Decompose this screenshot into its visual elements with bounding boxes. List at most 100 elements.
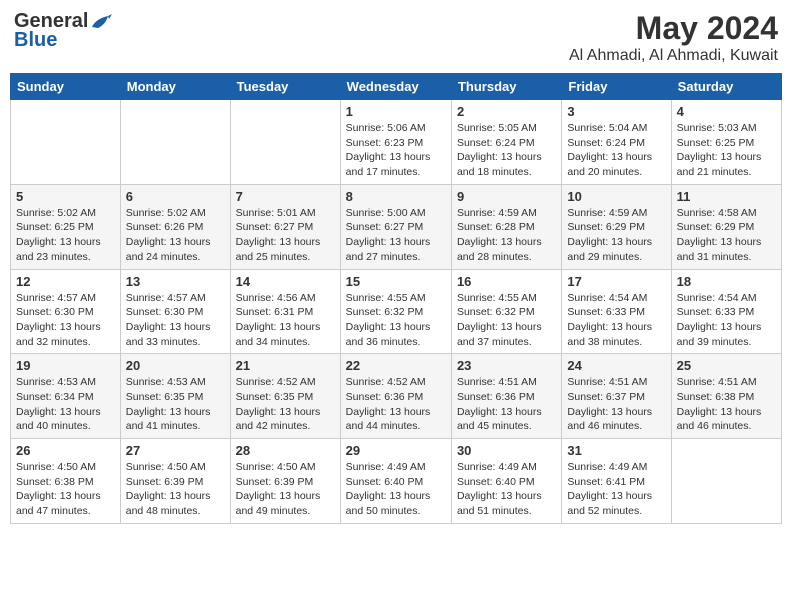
day-number: 29 [346,443,446,458]
day-number: 27 [126,443,225,458]
calendar-cell: 27 Sunrise: 4:50 AM Sunset: 6:39 PM Dayli… [120,439,230,524]
day-number: 28 [236,443,335,458]
day-info: Sunrise: 4:49 AM Sunset: 6:41 PM Dayligh… [567,460,665,519]
calendar-cell: 7Sunrise: 5:01 AM Sunset: 6:27 PM Daylig… [230,184,340,269]
calendar-cell [11,100,121,185]
calendar-cell: 19Sunrise: 4:53 AM Sunset: 6:34 PM Dayli… [11,354,121,439]
calendar-cell: 1 Sunrise: 5:06 AM Sunset: 6:23 PM Daylig… [340,100,451,185]
day-info: Sunrise: 4:55 AM Sunset: 6:32 PM Dayligh… [346,291,446,350]
day-info: Sunrise: 4:57 AM Sunset: 6:30 PM Dayligh… [16,291,115,350]
calendar-cell: 20 Sunrise: 4:53 AM Sunset: 6:35 PM Dayli… [120,354,230,439]
day-info: Sunrise: 4:53 AM Sunset: 6:35 PM Dayligh… [126,375,225,434]
day-number: 10 [567,189,665,204]
page-header: General Blue May 2024 Al Ahmadi, Al Ahma… [10,10,782,65]
day-number: 1 [346,104,446,119]
day-info: Sunrise: 5:02 AM Sunset: 6:26 PM Dayligh… [126,206,225,265]
day-number: 9 [457,189,556,204]
day-info: Sunrise: 4:59 AM Sunset: 6:29 PM Dayligh… [567,206,665,265]
day-number: 26 [16,443,115,458]
week-row-0: 1 Sunrise: 5:06 AM Sunset: 6:23 PM Daylig… [11,100,782,185]
day-info: Sunrise: 4:52 AM Sunset: 6:36 PM Dayligh… [346,375,446,434]
day-number: 30 [457,443,556,458]
calendar-cell: 17Sunrise: 4:54 AM Sunset: 6:33 PM Dayli… [562,269,671,354]
day-info: Sunrise: 4:59 AM Sunset: 6:28 PM Dayligh… [457,206,556,265]
header-tuesday: Tuesday [230,74,340,100]
week-row-4: 26 Sunrise: 4:50 AM Sunset: 6:38 PM Dayli… [11,439,782,524]
day-info: Sunrise: 5:05 AM Sunset: 6:24 PM Dayligh… [457,121,556,180]
day-number: 16 [457,274,556,289]
calendar-cell: 6 Sunrise: 5:02 AM Sunset: 6:26 PM Daylig… [120,184,230,269]
day-info: Sunrise: 4:51 AM Sunset: 6:38 PM Dayligh… [677,375,776,434]
logo: General Blue [14,10,112,52]
calendar-cell: 4Sunrise: 5:03 AM Sunset: 6:25 PM Daylig… [671,100,781,185]
calendar-cell [230,100,340,185]
day-number: 8 [346,189,446,204]
day-number: 22 [346,358,446,373]
header-wednesday: Wednesday [340,74,451,100]
day-number: 3 [567,104,665,119]
day-info: Sunrise: 4:53 AM Sunset: 6:34 PM Dayligh… [16,375,115,434]
day-info: Sunrise: 4:50 AM Sunset: 6:38 PM Dayligh… [16,460,115,519]
day-info: Sunrise: 5:06 AM Sunset: 6:23 PM Dayligh… [346,121,446,180]
calendar-cell: 11Sunrise: 4:58 AM Sunset: 6:29 PM Dayli… [671,184,781,269]
calendar-cell: 3Sunrise: 5:04 AM Sunset: 6:24 PM Daylig… [562,100,671,185]
logo-bird-icon [90,13,112,31]
day-number: 20 [126,358,225,373]
week-row-1: 5 Sunrise: 5:02 AM Sunset: 6:25 PM Daylig… [11,184,782,269]
header-thursday: Thursday [451,74,561,100]
week-row-3: 19Sunrise: 4:53 AM Sunset: 6:34 PM Dayli… [11,354,782,439]
title-section: May 2024 Al Ahmadi, Al Ahmadi, Kuwait [569,10,778,65]
day-info: Sunrise: 4:50 AM Sunset: 6:39 PM Dayligh… [126,460,225,519]
calendar-cell: 25 Sunrise: 4:51 AM Sunset: 6:38 PM Dayli… [671,354,781,439]
header-monday: Monday [120,74,230,100]
day-number: 24 [567,358,665,373]
header-saturday: Saturday [671,74,781,100]
day-number: 2 [457,104,556,119]
day-info: Sunrise: 5:01 AM Sunset: 6:27 PM Dayligh… [236,206,335,265]
calendar-cell: 22 Sunrise: 4:52 AM Sunset: 6:36 PM Dayli… [340,354,451,439]
calendar-cell: 26 Sunrise: 4:50 AM Sunset: 6:38 PM Dayli… [11,439,121,524]
calendar-cell: 18 Sunrise: 4:54 AM Sunset: 6:33 PM Dayli… [671,269,781,354]
day-number: 14 [236,274,335,289]
day-info: Sunrise: 4:49 AM Sunset: 6:40 PM Dayligh… [346,460,446,519]
calendar-cell: 29 Sunrise: 4:49 AM Sunset: 6:40 PM Dayli… [340,439,451,524]
calendar-cell: 14Sunrise: 4:56 AM Sunset: 6:31 PM Dayli… [230,269,340,354]
calendar-cell: 8 Sunrise: 5:00 AM Sunset: 6:27 PM Daylig… [340,184,451,269]
day-info: Sunrise: 4:51 AM Sunset: 6:36 PM Dayligh… [457,375,556,434]
day-info: Sunrise: 5:03 AM Sunset: 6:25 PM Dayligh… [677,121,776,180]
day-info: Sunrise: 4:51 AM Sunset: 6:37 PM Dayligh… [567,375,665,434]
day-number: 15 [346,274,446,289]
day-info: Sunrise: 4:50 AM Sunset: 6:39 PM Dayligh… [236,460,335,519]
header-friday: Friday [562,74,671,100]
calendar-cell: 31 Sunrise: 4:49 AM Sunset: 6:41 PM Dayli… [562,439,671,524]
month-title: May 2024 [569,10,778,47]
location-title: Al Ahmadi, Al Ahmadi, Kuwait [569,47,778,65]
day-number: 31 [567,443,665,458]
calendar-cell: 28 Sunrise: 4:50 AM Sunset: 6:39 PM Dayli… [230,439,340,524]
calendar-header-row: SundayMondayTuesdayWednesdayThursdayFrid… [11,74,782,100]
day-number: 11 [677,189,776,204]
calendar-cell: 5 Sunrise: 5:02 AM Sunset: 6:25 PM Daylig… [11,184,121,269]
week-row-2: 12Sunrise: 4:57 AM Sunset: 6:30 PM Dayli… [11,269,782,354]
calendar-cell: 30 Sunrise: 4:49 AM Sunset: 6:40 PM Dayli… [451,439,561,524]
calendar-cell: 16Sunrise: 4:55 AM Sunset: 6:32 PM Dayli… [451,269,561,354]
day-number: 13 [126,274,225,289]
day-number: 5 [16,189,115,204]
calendar-cell: 2 Sunrise: 5:05 AM Sunset: 6:24 PM Daylig… [451,100,561,185]
day-info: Sunrise: 4:52 AM Sunset: 6:35 PM Dayligh… [236,375,335,434]
calendar-table: SundayMondayTuesdayWednesdayThursdayFrid… [10,73,782,524]
day-info: Sunrise: 4:49 AM Sunset: 6:40 PM Dayligh… [457,460,556,519]
day-number: 17 [567,274,665,289]
day-info: Sunrise: 5:02 AM Sunset: 6:25 PM Dayligh… [16,206,115,265]
day-info: Sunrise: 4:57 AM Sunset: 6:30 PM Dayligh… [126,291,225,350]
day-info: Sunrise: 5:00 AM Sunset: 6:27 PM Dayligh… [346,206,446,265]
calendar-cell: 10 Sunrise: 4:59 AM Sunset: 6:29 PM Dayli… [562,184,671,269]
logo-blue-text: Blue [14,29,57,52]
day-info: Sunrise: 4:54 AM Sunset: 6:33 PM Dayligh… [677,291,776,350]
calendar-cell: 15 Sunrise: 4:55 AM Sunset: 6:32 PM Dayli… [340,269,451,354]
header-sunday: Sunday [11,74,121,100]
day-number: 6 [126,189,225,204]
calendar-cell [120,100,230,185]
day-number: 18 [677,274,776,289]
day-number: 25 [677,358,776,373]
